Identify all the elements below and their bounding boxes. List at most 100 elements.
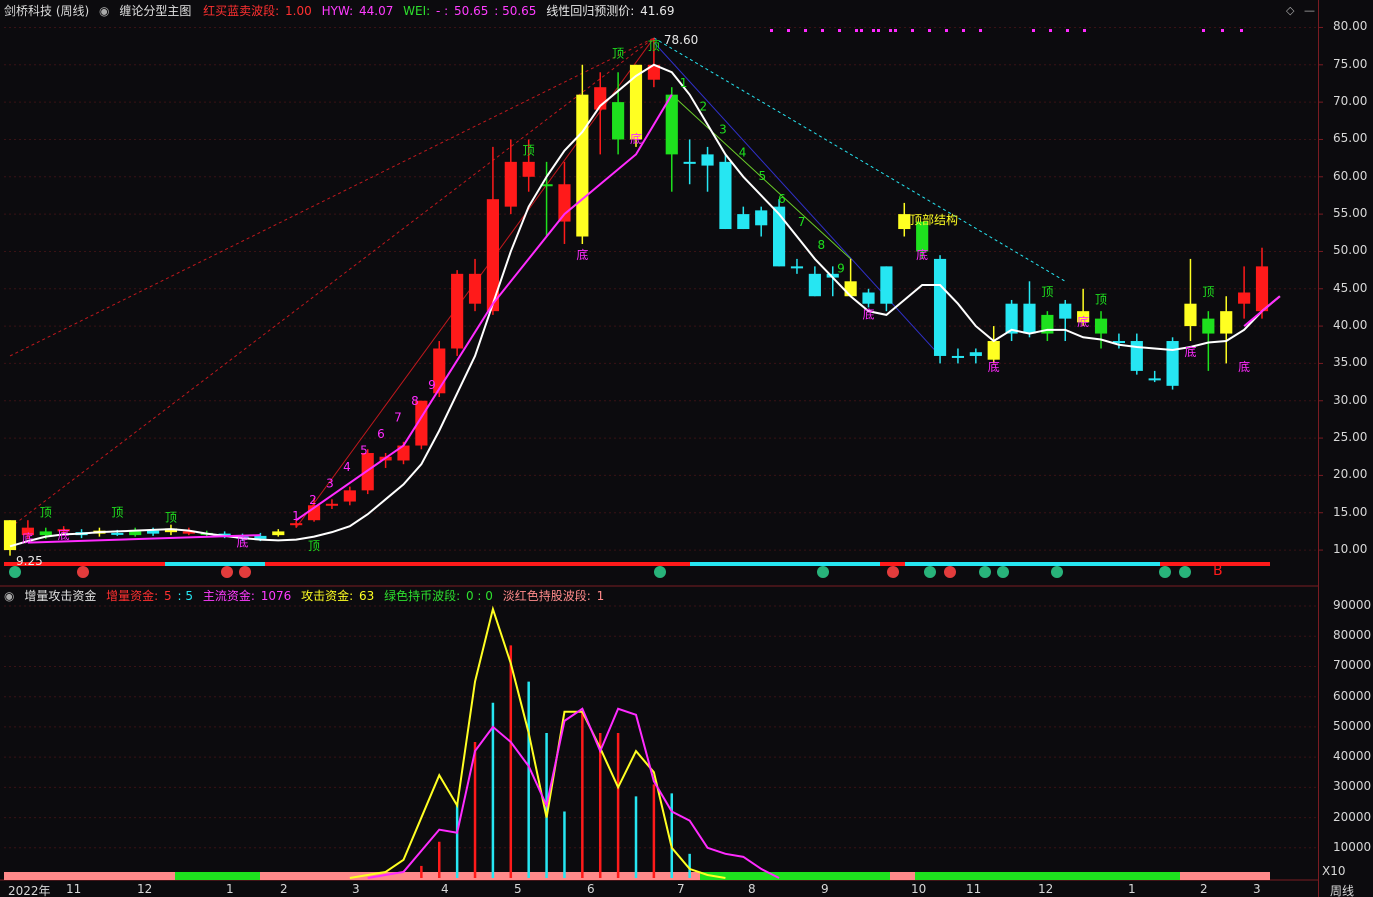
sub-toggle-icon[interactable]: ◉ <box>4 589 14 603</box>
signal-icon <box>817 566 829 578</box>
time-tick-label: 6 <box>587 882 595 896</box>
bottom-marker-label: 底 <box>58 527 70 542</box>
green-band-label: 绿色持币波段: <box>384 589 461 603</box>
signal-dot <box>1066 29 1069 32</box>
candle <box>737 206 750 230</box>
wave-count-label: 7 <box>798 215 806 229</box>
price-tick-label: 40.00 <box>1333 318 1368 333</box>
signal-icon <box>997 566 1009 578</box>
x10-badge: X10 <box>1322 864 1346 878</box>
candle <box>1059 299 1072 342</box>
candle <box>1184 258 1197 342</box>
red-buy-blue-sell-label: 红买蓝卖波段: <box>203 4 280 18</box>
main-indicator-name[interactable]: 缠论分型主图 <box>119 4 191 18</box>
signal-dot <box>979 29 982 32</box>
main-indicator-header: 剑桥科技 (周线) ◉ 缠论分型主图 红买蓝卖波段: 1.00 HYW: 44.… <box>4 3 681 19</box>
top-marker-label: 顶 <box>1095 293 1107 307</box>
bottom-marker-label: 底 <box>988 359 1000 374</box>
signal-dot <box>787 29 790 32</box>
candle <box>1202 311 1215 371</box>
signal-dot <box>1221 29 1224 32</box>
signal-icon <box>887 566 899 578</box>
candle-body <box>987 341 1000 360</box>
price-tick-label: 65.00 <box>1333 131 1368 146</box>
signal-dot <box>928 29 931 32</box>
candle-body <box>272 531 285 536</box>
price-tick-label: 30.00 <box>1333 392 1368 407</box>
bottom-marker-label: 底 <box>576 247 588 262</box>
candle-body <box>343 490 356 502</box>
bottom-marker-label: 底 <box>863 307 875 322</box>
diamond-icon[interactable]: ◇ <box>1286 4 1294 17</box>
signal-band-cyan <box>690 562 880 566</box>
candle-body <box>147 530 160 534</box>
pink-band-label: 淡红色持股波段: <box>502 589 591 603</box>
holding-band-green <box>700 872 890 880</box>
candle-body <box>1094 318 1108 334</box>
wave-count-label: 9 <box>837 261 845 275</box>
bottom-marker-label: 底 <box>1077 314 1089 329</box>
time-tick-label: 9 <box>821 882 829 896</box>
holding-band-green <box>175 872 260 880</box>
candle-body <box>755 210 768 226</box>
time-tick-label: 11 <box>966 882 982 896</box>
candle <box>451 270 464 356</box>
candle <box>1238 266 1251 319</box>
candle <box>1220 296 1233 364</box>
signal-dot <box>804 29 807 32</box>
candle <box>612 72 625 155</box>
sub-indicator-name[interactable]: 增量攻击资金 <box>24 589 96 603</box>
candle <box>862 288 875 308</box>
time-tick-label: 7 <box>677 882 685 896</box>
signal-dot <box>911 29 914 32</box>
price-tick-label: 10.00 <box>1333 542 1368 557</box>
incr-value-2: : 5 <box>177 589 194 603</box>
signal-dot <box>1032 29 1035 32</box>
minimize-icon[interactable]: — <box>1304 4 1315 17</box>
wei-value-2: 50.65 <box>454 4 489 18</box>
indicator-toggle-icon[interactable]: ◉ <box>99 4 109 18</box>
price-tick-label: 35.00 <box>1333 355 1368 370</box>
wave-count-label: 2 <box>309 493 317 507</box>
bottom-marker-label: 底 <box>1238 359 1250 374</box>
top-marker-label: 顶 <box>111 505 123 519</box>
price-tick-label: 80.00 <box>1333 19 1368 34</box>
candle-body <box>612 102 625 140</box>
signal-icon <box>944 566 956 578</box>
candle <box>701 146 714 192</box>
candle-body <box>1148 378 1161 381</box>
time-tick-label: 10 <box>911 882 927 896</box>
high-price-label: 78.60 <box>664 33 698 47</box>
signal-dot <box>945 29 948 32</box>
signal-dot <box>1240 29 1243 32</box>
candle-body <box>39 531 52 536</box>
forecast-label: 线性回归预测价: <box>546 4 635 18</box>
top-marker-label: 顶 <box>308 539 320 553</box>
wave-count-label: 1 <box>680 76 688 90</box>
price-tick-label: 70.00 <box>1333 94 1368 109</box>
wave-count-label: 2 <box>699 99 707 113</box>
attack-fund-line <box>349 605 726 879</box>
stock-name[interactable]: 剑桥科技 (周线) <box>4 4 89 18</box>
signal-icon <box>221 566 233 578</box>
signal-dot <box>872 29 875 32</box>
main-flow-label: 主流资金: <box>202 589 255 603</box>
wei-value: - : <box>436 4 449 18</box>
time-tick-label: 1 <box>1128 882 1136 896</box>
trend-line-dashed <box>9 37 655 529</box>
signal-dot <box>889 29 892 32</box>
time-tick-label: 8 <box>748 882 756 896</box>
volume-tick-label: 30000 <box>1333 779 1372 794</box>
candle-body <box>1184 303 1197 327</box>
bottom-marker-label: 底 <box>237 534 249 549</box>
time-tick-label: 4 <box>441 882 449 896</box>
bottom-marker-label: 底 <box>916 247 928 262</box>
candle <box>343 486 356 506</box>
volume-tick-label: 10000 <box>1333 839 1372 854</box>
main-chart[interactable]: 78.609.25顶部结构顶顶顶顶顶顶顶顶顶顶底 底底底底底底底底底底123456… <box>0 0 1373 897</box>
signal-dot <box>770 29 773 32</box>
signal-icon <box>9 566 21 578</box>
trend-line-blue <box>653 42 941 357</box>
candle-body <box>111 532 124 535</box>
signal-icon <box>979 566 991 578</box>
